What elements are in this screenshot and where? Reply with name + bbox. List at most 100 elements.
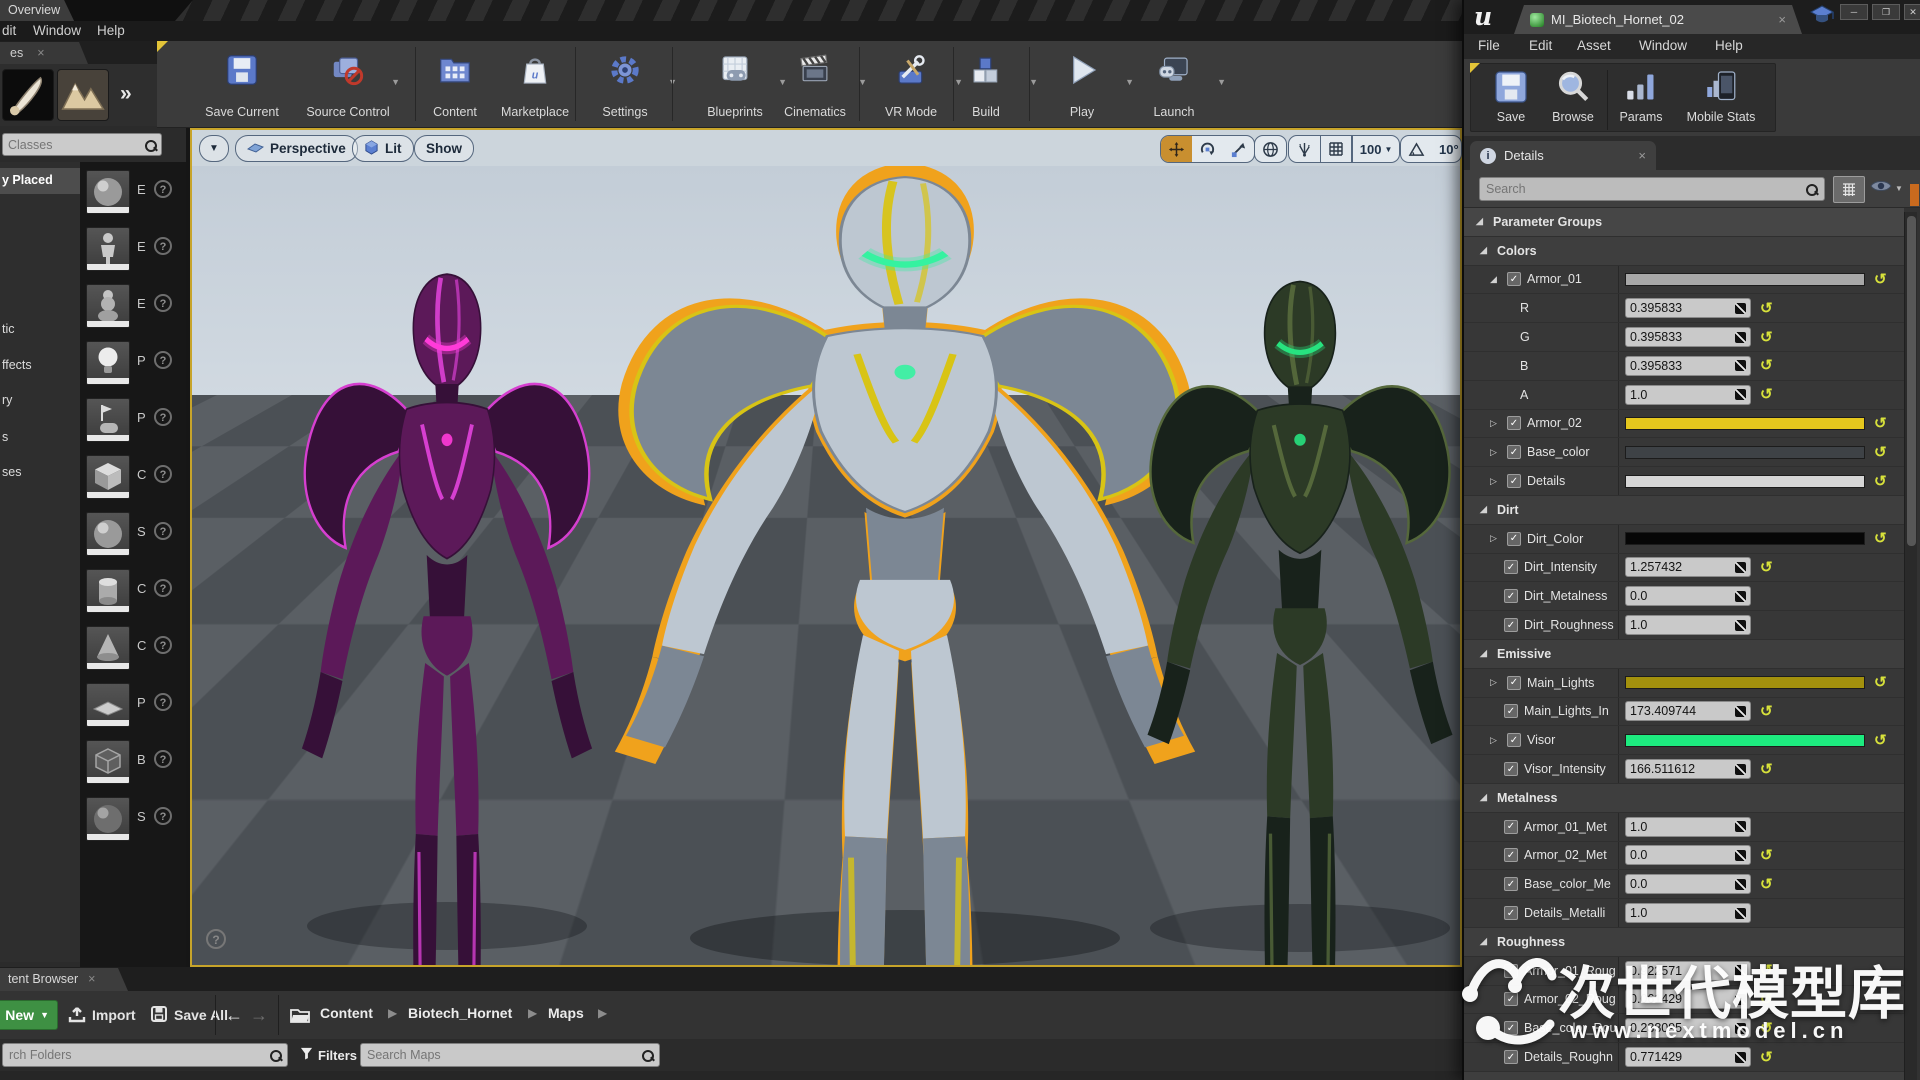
player-start-thumbnail[interactable] [86, 398, 130, 442]
place-actor-item[interactable]: E? [80, 225, 186, 282]
reset-to-default-icon[interactable]: ↺ [1760, 1050, 1773, 1065]
expanded-triangle-icon[interactable]: ◢ [1490, 274, 1501, 285]
reset-to-default-icon[interactable]: ↺ [1760, 848, 1773, 863]
slider-drag-icon[interactable] [1735, 331, 1746, 343]
reset-to-default-icon[interactable]: ↺ [1760, 704, 1773, 719]
close-icon[interactable]: × [1778, 12, 1786, 27]
box-thumbnail[interactable] [86, 740, 130, 784]
slider-drag-icon[interactable] [1735, 993, 1746, 1005]
place-actor-item[interactable]: C? [80, 624, 186, 681]
menu-file[interactable]: File [1478, 38, 1500, 53]
landscape-mode-button[interactable] [57, 69, 109, 121]
category-item[interactable]: ry [2, 393, 12, 407]
value-input[interactable]: 166.511612 [1625, 759, 1751, 780]
help-question-icon[interactable]: ? [154, 408, 172, 426]
category-item[interactable]: ses [2, 465, 21, 479]
sphere-thumbnail[interactable] [86, 170, 130, 214]
reset-to-default-icon[interactable]: ↺ [1760, 358, 1773, 373]
category-item[interactable]: tic [2, 322, 15, 336]
source-control-button[interactable]: ▼ Source Control [292, 47, 404, 123]
help-question-icon[interactable]: ? [154, 579, 172, 597]
value-input[interactable]: 0.922571 [1625, 960, 1751, 981]
browse-button[interactable]: Browse [1543, 67, 1603, 124]
category-recently-placed[interactable]: y Placed [0, 168, 80, 194]
expanded-triangle-icon[interactable]: ◢ [1480, 504, 1491, 515]
override-checkbox[interactable]: ✓ [1507, 531, 1521, 546]
slider-drag-icon[interactable] [1735, 590, 1746, 602]
color-swatch[interactable] [1625, 445, 1865, 459]
reset-to-default-icon[interactable]: ↺ [1874, 474, 1887, 489]
viewport-help-icon[interactable]: ? [206, 929, 226, 949]
add-new-button[interactable]: New ▼ [0, 1000, 58, 1030]
color-swatch[interactable] [1625, 474, 1865, 488]
collapsed-triangle-icon[interactable]: ▷ [1490, 418, 1501, 429]
menu-help[interactable]: Help [97, 23, 125, 38]
override-checkbox[interactable]: ✓ [1504, 1050, 1518, 1064]
reset-to-default-icon[interactable]: ↺ [1760, 1021, 1773, 1036]
slider-drag-icon[interactable] [1735, 907, 1746, 919]
value-input[interactable]: 0.771429 [1625, 1047, 1751, 1067]
pawn-thumbnail[interactable] [86, 284, 130, 328]
save-button[interactable]: Save [1483, 67, 1539, 124]
override-checkbox[interactable]: ✓ [1507, 272, 1521, 287]
breadcrumb-biotech-hornet[interactable]: Biotech_Hornet [408, 1005, 512, 1021]
close-icon[interactable]: × [37, 46, 44, 60]
override-checkbox[interactable]: ✓ [1504, 819, 1518, 834]
value-input[interactable]: 0.0 [1625, 845, 1751, 866]
slider-drag-icon[interactable] [1735, 763, 1746, 775]
reset-to-default-icon[interactable]: ↺ [1874, 445, 1887, 460]
collapsed-triangle-icon[interactable]: ▷ [1490, 447, 1501, 458]
reset-to-default-icon[interactable]: ↺ [1874, 272, 1887, 287]
menu-edit[interactable]: Edit [1529, 38, 1552, 53]
rotate-tool-button[interactable] [1192, 136, 1223, 162]
slider-drag-icon[interactable] [1735, 360, 1746, 372]
search-assets-input[interactable] [361, 1044, 641, 1066]
close-window-button[interactable]: ✕ [1904, 4, 1920, 20]
paint-mode-button[interactable] [2, 69, 54, 121]
value-input[interactable]: 0.395833 [1625, 298, 1751, 319]
chevron-down-icon[interactable]: ▼ [1217, 77, 1226, 87]
classes-search-box[interactable] [2, 133, 162, 156]
slider-drag-icon[interactable] [1735, 619, 1746, 631]
cylinder-thumbnail[interactable] [86, 569, 130, 613]
asset-tab[interactable]: MI_Biotech_Hornet_02 × [1514, 5, 1802, 34]
expanded-triangle-icon[interactable]: ◢ [1476, 216, 1487, 227]
show-flags-button[interactable]: Show [414, 135, 474, 162]
override-checkbox[interactable]: ✓ [1504, 877, 1518, 892]
color-swatch[interactable] [1625, 532, 1865, 546]
expanded-triangle-icon[interactable]: ◢ [1480, 648, 1491, 659]
slider-drag-icon[interactable] [1735, 1051, 1746, 1063]
help-question-icon[interactable]: ? [154, 750, 172, 768]
value-input[interactable]: 0.395833 [1625, 355, 1751, 376]
slider-drag-icon[interactable] [1735, 821, 1746, 833]
reset-to-default-icon[interactable]: ↺ [1760, 560, 1773, 575]
camera-mode-button[interactable]: Perspective [235, 135, 358, 162]
window-tab-overview[interactable]: Overview [0, 0, 74, 21]
override-checkbox[interactable]: ✓ [1504, 589, 1518, 604]
value-input[interactable]: 0.238095 [1625, 1018, 1751, 1039]
reset-to-default-icon[interactable]: ↺ [1760, 963, 1773, 978]
grid-snap-toggle[interactable] [1321, 136, 1351, 162]
slider-drag-icon[interactable] [1735, 561, 1746, 573]
value-input[interactable]: 0.061429 [1625, 989, 1751, 1010]
help-question-icon[interactable]: ? [154, 465, 172, 483]
params-button[interactable]: Params [1613, 67, 1669, 124]
search-assets-box[interactable] [360, 1043, 660, 1067]
view-mode-button[interactable]: Lit [352, 135, 414, 162]
close-icon[interactable]: × [1638, 148, 1646, 163]
value-input[interactable]: 0.0 [1625, 874, 1751, 895]
slider-drag-icon[interactable] [1735, 849, 1746, 861]
slider-drag-icon[interactable] [1735, 965, 1746, 977]
override-checkbox[interactable]: ✓ [1504, 992, 1518, 1007]
override-checkbox[interactable]: ✓ [1504, 618, 1518, 633]
override-checkbox[interactable]: ✓ [1504, 906, 1518, 921]
grid-snap-value[interactable]: 100 ▼ [1353, 136, 1400, 162]
value-input[interactable]: 1.0 [1625, 615, 1751, 636]
place-actor-item[interactable]: C? [80, 567, 186, 624]
minimize-button[interactable]: ─ [1840, 4, 1868, 20]
override-checkbox[interactable]: ✓ [1504, 848, 1518, 863]
bulb-thumbnail[interactable] [86, 341, 130, 385]
help-question-icon[interactable]: ? [154, 351, 172, 369]
search-folders-box[interactable] [2, 1043, 288, 1067]
sphere-dark-thumbnail[interactable] [86, 797, 130, 841]
